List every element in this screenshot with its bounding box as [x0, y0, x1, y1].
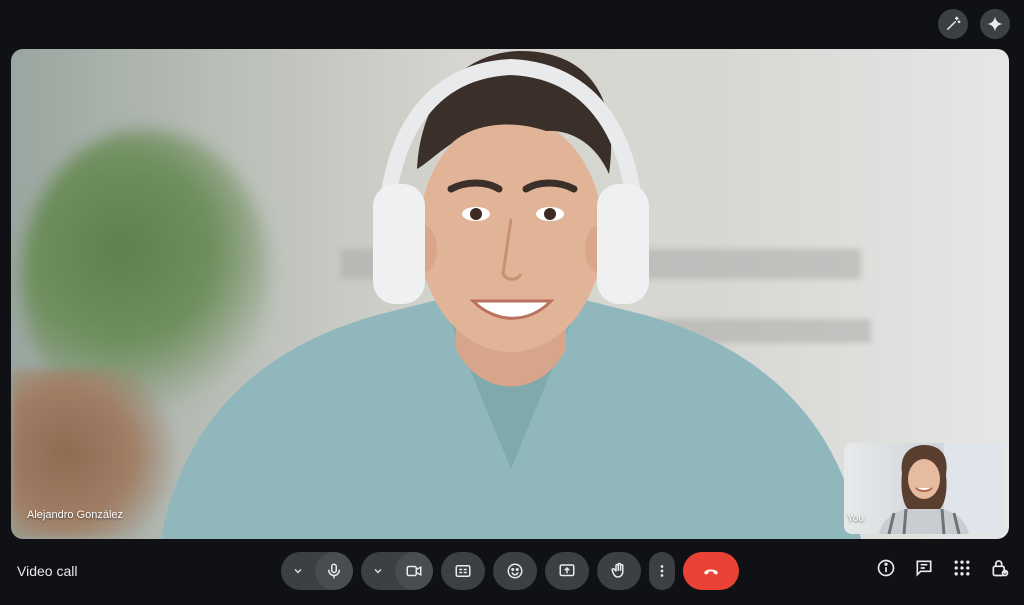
sparkle-icon — [986, 15, 1004, 33]
present-screen-button[interactable] — [545, 552, 589, 590]
apps-icon[interactable] — [952, 558, 972, 578]
participant-name: Alejandro González — [27, 509, 124, 521]
chevron-down-icon — [292, 565, 304, 577]
captions-button[interactable] — [441, 552, 485, 590]
audio-options-button[interactable] — [281, 552, 315, 590]
audio-control-group — [281, 552, 353, 590]
raise-hand-button[interactable] — [597, 552, 641, 590]
call-controls — [281, 552, 739, 590]
chevron-down-icon — [372, 565, 384, 577]
raise-hand-icon — [610, 562, 628, 580]
camera-icon — [405, 562, 423, 580]
more-options-button[interactable] — [649, 552, 675, 590]
video-options-button[interactable] — [361, 552, 395, 590]
emoji-reactions-button[interactable] — [493, 552, 537, 590]
mic-icon — [325, 562, 343, 580]
self-view-label: You — [847, 513, 864, 524]
emoji-icon — [506, 562, 524, 580]
present-icon — [558, 562, 576, 580]
chat-icon[interactable] — [914, 558, 934, 578]
video-control-group — [361, 552, 433, 590]
right-controls — [876, 558, 1010, 578]
gemini-button[interactable] — [980, 9, 1010, 39]
mic-toggle-button[interactable] — [315, 552, 353, 590]
participant-video — [151, 49, 871, 539]
magic-wand-icon — [944, 15, 962, 33]
more-vert-icon — [653, 562, 671, 580]
top-actions — [938, 9, 1010, 39]
self-view-tile[interactable]: You — [844, 443, 1004, 534]
captions-icon — [454, 562, 472, 580]
lock-person-icon[interactable] — [990, 558, 1010, 578]
visual-effects-button[interactable] — [938, 9, 968, 39]
leave-call-button[interactable] — [683, 552, 739, 590]
hang-up-icon — [702, 562, 720, 580]
bottom-control-bar: Video call — [0, 548, 1024, 594]
camera-toggle-button[interactable] — [395, 552, 433, 590]
info-icon[interactable] — [876, 558, 896, 578]
meeting-title: Video call — [17, 563, 78, 579]
